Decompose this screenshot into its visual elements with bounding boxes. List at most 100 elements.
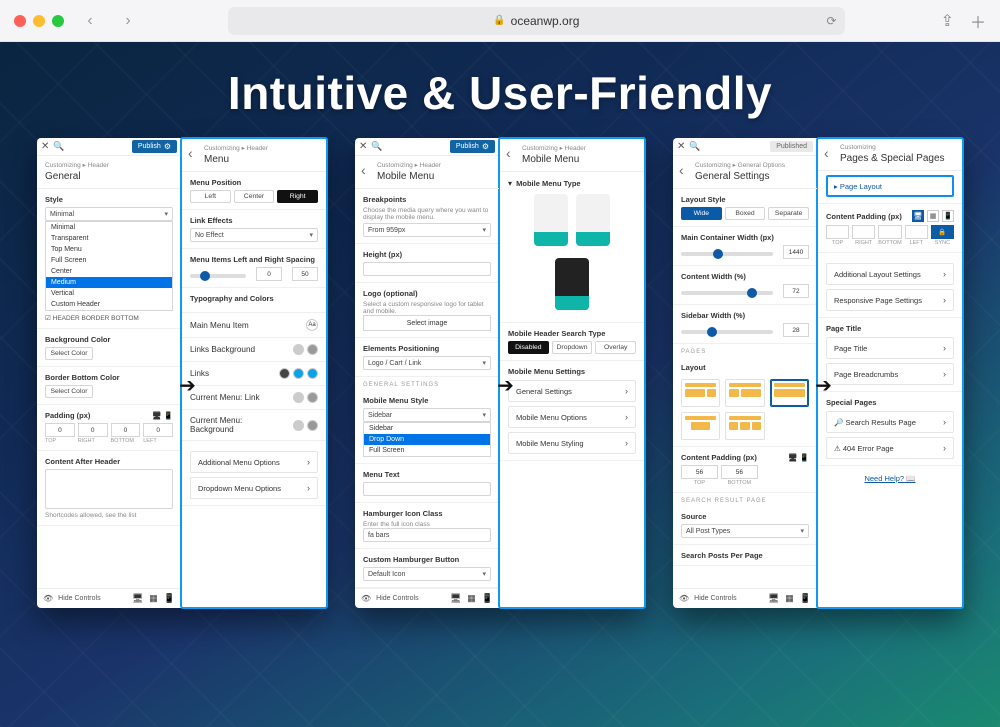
menu-text-input[interactable] [363,482,491,496]
search-results-link[interactable]: 🔎 Search Results Page› [826,411,954,433]
gear-icon[interactable]: ⚙ [482,142,489,151]
pad-left-input[interactable]: 0 [143,423,173,437]
layout-option[interactable] [681,379,720,407]
minimize-window[interactable] [33,15,45,27]
gear-icon[interactable]: ⚙ [164,142,171,151]
pad-input[interactable] [905,225,928,239]
help-link[interactable]: Need Help? 📖 [818,466,962,491]
close-icon[interactable]: ✕ [677,141,685,152]
style-option[interactable]: Custom Header [46,299,172,310]
link-effects-select[interactable]: No Effect [190,228,318,242]
mobile-menu-styling-link[interactable]: Mobile Menu Styling› [508,432,636,454]
mobile-icon[interactable]: 📱 [800,593,811,604]
publish-button[interactable]: Publish⚙ [450,140,495,153]
tablet-icon[interactable]: ▦ [467,593,476,604]
close-window[interactable] [14,15,26,27]
select-color-button[interactable]: Select Color [45,347,93,360]
search-disabled[interactable]: Disabled [508,341,549,354]
elements-positioning-select[interactable]: Logo / Cart / Link [363,356,491,370]
page-layout-link[interactable]: ▸ Page Layout [826,175,954,197]
close-icon[interactable]: ✕ [359,141,367,152]
search-icon[interactable]: 🔍 [371,141,382,152]
maximize-window[interactable] [52,15,64,27]
desktop-icon[interactable]: 🖥 [768,593,779,604]
content-width-slider[interactable] [681,291,773,295]
font-icon[interactable]: Aa [306,319,318,331]
pad-input[interactable] [852,225,875,239]
style-option[interactable]: Minimal [46,222,172,233]
hamburger-input[interactable]: fa bars [363,528,491,542]
layout-option[interactable] [725,379,764,407]
search-icon[interactable]: 🔍 [689,141,700,152]
pad-bottom-input[interactable]: 56 [721,465,758,479]
additional-menu-options[interactable]: Additional Menu Options› [190,451,318,473]
eye-icon[interactable]: 👁 [43,594,53,603]
desktop-icon[interactable]: 🖥 [132,593,143,604]
breadcrumb[interactable]: Customizing ▸ Header Menu [182,139,326,172]
layout-separate[interactable]: Separate [768,207,809,220]
style-option[interactable]: Vertical [46,288,172,299]
nav-back[interactable]: ‹ [78,9,102,33]
pad-input[interactable] [826,225,849,239]
close-icon[interactable]: ✕ [41,141,49,152]
breadcrumb[interactable]: Customizing ▸ Header Mobile Menu [500,139,644,172]
style-option[interactable]: Center [46,266,172,277]
chevron-down-icon[interactable]: ▾ [508,178,512,188]
url-bar[interactable]: 🔒 oceanwp.org ⟳ [228,7,845,35]
pad-top-input[interactable]: 0 [45,423,75,437]
style-option[interactable]: Full Screen [46,255,172,266]
search-icon[interactable]: 🔍 [53,141,64,152]
hide-controls[interactable]: Hide Controls [376,595,418,602]
sidebar-width-slider[interactable] [681,330,773,334]
404-error-link[interactable]: ⚠ 404 Error Page› [826,437,954,459]
mobile-menu-options-link[interactable]: Mobile Menu Options› [508,406,636,428]
pad-top-input[interactable]: 56 [681,465,718,479]
general-settings-link[interactable]: General Settings› [508,380,636,402]
eye-icon[interactable]: 👁 [679,594,689,603]
mobile-icon[interactable]: 📱 [164,593,175,604]
desktop-toggle[interactable]: 🖥 [912,210,924,222]
layout-boxed[interactable]: Boxed [725,207,766,220]
tablet-icon[interactable]: ▦ [149,593,158,604]
pos-center[interactable]: Center [234,190,275,203]
layout-option[interactable] [681,412,720,440]
mobile-icon[interactable]: 📱 [482,593,493,604]
layout-option[interactable] [725,412,764,440]
style-option-selected[interactable]: Drop Down [364,434,490,445]
menu-preview[interactable] [534,194,568,246]
share-icon[interactable]: ⇪ [941,11,954,31]
device-toggle[interactable]: 🖥 ▦ 📱 [912,210,954,222]
style-select[interactable]: Minimal [45,207,173,221]
pad-bottom-input[interactable]: 0 [111,423,141,437]
hide-controls[interactable]: Hide Controls [694,595,736,602]
search-dropdown[interactable]: Dropdown [552,341,593,354]
style-option[interactable]: Sidebar [364,423,490,434]
pad-input[interactable] [878,225,901,239]
sync-toggle[interactable]: 🔒 [931,225,954,239]
layout-option-selected[interactable] [770,379,809,407]
responsive-page-settings-link[interactable]: Responsive Page Settings› [826,289,954,311]
border-bottom-checkbox[interactable]: HEADER BORDER BOTTOM [53,315,139,322]
style-option[interactable]: Transparent [46,233,172,244]
reload-icon[interactable]: ⟳ [827,14,837,28]
additional-layout-link[interactable]: Additional Layout Settings› [826,263,954,285]
height-input[interactable] [363,262,491,276]
style-option[interactable]: Full Screen [364,445,490,456]
eye-icon[interactable]: 👁 [361,594,371,603]
dropdown-menu-options[interactable]: Dropdown Menu Options› [190,477,318,499]
breadcrumb[interactable]: Customizing ▸ General Options General Se… [673,156,817,189]
new-tab-icon[interactable]: ＋ [970,9,986,33]
publish-button[interactable]: Publish⚙ [132,140,177,153]
pos-right[interactable]: Right [277,190,318,203]
content-after-textarea[interactable] [45,469,173,509]
menu-preview[interactable] [576,194,610,246]
select-color-button[interactable]: Select Color [45,385,93,398]
tablet-toggle[interactable]: ▦ [927,210,939,222]
layout-wide[interactable]: Wide [681,207,722,220]
pos-left[interactable]: Left [190,190,231,203]
pad-right-input[interactable]: 0 [78,423,108,437]
desktop-icon[interactable]: 🖥 [450,593,461,604]
source-select[interactable]: All Post Types [681,524,809,538]
menu-preview[interactable] [555,258,589,310]
style-option[interactable]: Top Menu [46,244,172,255]
